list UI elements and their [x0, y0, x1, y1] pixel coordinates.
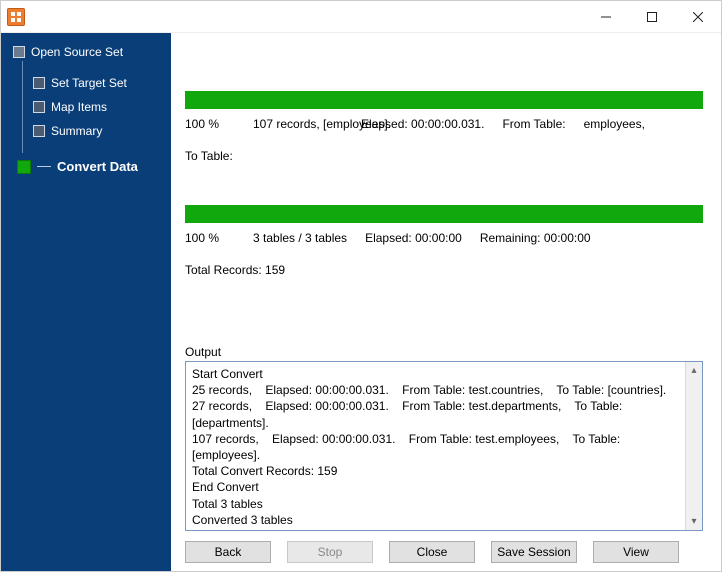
window-buttons [583, 1, 721, 33]
stop-button[interactable]: Stop [287, 541, 373, 563]
sidebar-item-label: Summary [51, 124, 102, 138]
sidebar-item-summary[interactable]: Summary [33, 124, 163, 138]
close-button[interactable] [675, 1, 721, 33]
active-step-icon [17, 160, 31, 174]
progress-percent: 100 % [185, 117, 235, 131]
output-scrollbar[interactable]: ▴ ▾ [685, 362, 702, 530]
sidebar-item-convert-data[interactable]: Convert Data [17, 159, 163, 174]
table-progress-stats: 100 % 107 records, [employees]. Elapsed:… [185, 109, 703, 167]
sidebar-item-label: Convert Data [57, 159, 138, 174]
close-icon [693, 12, 703, 22]
titlebar [1, 1, 721, 33]
app-window: Open Source Set Set Target Set Map Items… [0, 0, 722, 572]
output-text-content: Start Convert 25 records, Elapsed: 00:00… [192, 367, 666, 530]
overall-progress-bar [185, 205, 703, 223]
progress-from-value: employees, [584, 117, 645, 131]
scroll-up-icon[interactable]: ▴ [686, 362, 702, 379]
output-box: Start Convert 25 records, Elapsed: 00:00… [185, 361, 703, 531]
back-button[interactable]: Back [185, 541, 271, 563]
sidebar-item-label: Set Target Set [51, 76, 127, 90]
sidebar-root-open-source[interactable]: Open Source Set [13, 45, 163, 59]
sidebar-item-label: Map Items [51, 100, 107, 114]
wizard-sidebar: Open Source Set Set Target Set Map Items… [1, 33, 171, 571]
close-button-action[interactable]: Close [389, 541, 475, 563]
tree-node-icon [33, 101, 45, 113]
overall-elapsed: Elapsed: 00:00:00 [365, 231, 462, 245]
output-label: Output [185, 345, 703, 359]
main-panel: 100 % 107 records, [employees]. Elapsed:… [171, 33, 721, 571]
overall-tables: 3 tables / 3 tables [253, 231, 347, 245]
sidebar-item-map-items[interactable]: Map Items [33, 100, 163, 114]
minimize-icon [601, 12, 611, 22]
progress-elapsed: Elapsed: 00:00:00.031. [361, 117, 484, 131]
tree-node-icon [33, 77, 45, 89]
button-row: Back Stop Close Save Session View [185, 531, 703, 563]
overall-progress-stats: 100 % 3 tables / 3 tables Elapsed: 00:00… [185, 223, 703, 281]
app-icon [7, 8, 25, 26]
progress-from-label: From Table: [502, 117, 565, 131]
scroll-down-icon[interactable]: ▾ [686, 513, 702, 530]
overall-percent: 100 % [185, 231, 235, 245]
maximize-icon [647, 12, 657, 22]
minimize-button[interactable] [583, 1, 629, 33]
progress-to-label: To Table: [185, 149, 233, 163]
tree-node-icon [13, 46, 25, 58]
save-session-button[interactable]: Save Session [491, 541, 577, 563]
overall-remaining: Remaining: 00:00:00 [480, 231, 591, 245]
sidebar-item-set-target[interactable]: Set Target Set [33, 76, 163, 90]
view-button[interactable]: View [593, 541, 679, 563]
progress-records: 107 records, [employees]. [253, 117, 343, 131]
tree-connector [37, 166, 51, 167]
sidebar-root-label: Open Source Set [31, 45, 123, 59]
maximize-button[interactable] [629, 1, 675, 33]
overall-total: Total Records: 159 [185, 263, 285, 277]
table-progress-bar [185, 91, 703, 109]
output-textarea[interactable]: Start Convert 25 records, Elapsed: 00:00… [186, 362, 685, 530]
tree-node-icon [33, 125, 45, 137]
